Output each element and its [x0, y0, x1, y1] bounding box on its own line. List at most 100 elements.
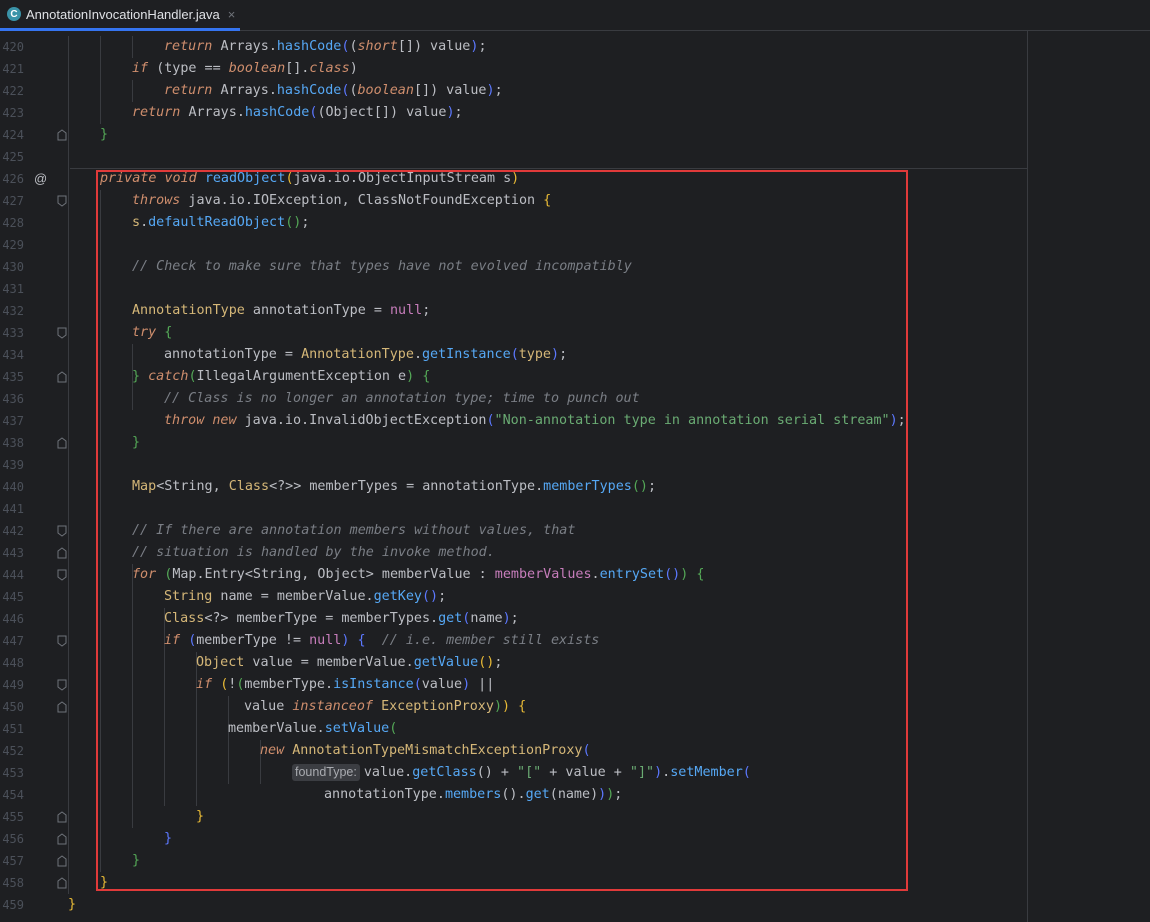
code-line[interactable]: private void readObject(java.io.ObjectIn…: [100, 168, 519, 190]
code-token: Map: [132, 479, 157, 494]
code-token: (: [549, 787, 558, 802]
code-line[interactable]: value instanceof ExceptionProxy)) {: [244, 696, 526, 718]
code-token: ): [502, 611, 511, 626]
code-line[interactable]: String name = memberValue.getKey();: [164, 586, 446, 608]
code-line[interactable]: annotationType = AnnotationType.getInsta…: [164, 344, 567, 366]
line-number: 428: [2, 216, 24, 230]
code-line[interactable]: return Arrays.hashCode((Object[]) value)…: [132, 102, 463, 124]
code-line[interactable]: if (!(memberType.isInstance(value) ||: [196, 674, 494, 696]
code-line[interactable]: throws java.io.IOException, ClassNotFoun…: [132, 190, 551, 212]
code-line[interactable]: Map<String, Class<?>> memberTypes = anno…: [132, 476, 656, 498]
code-token: value = memberValue.: [244, 655, 414, 670]
code-token: ;: [438, 589, 447, 604]
code-line[interactable]: } catch(IllegalArgumentException e) {: [132, 366, 430, 388]
code-token: catch: [148, 369, 189, 384]
code-editor[interactable]: @ 420 return Arrays.hashCode((short[]) va…: [0, 31, 1150, 922]
code-token: {: [164, 325, 173, 340]
code-token: }: [132, 369, 141, 384]
code-token: (: [510, 347, 519, 362]
code-line[interactable]: }: [196, 806, 204, 828]
fold-close-icon[interactable]: [57, 371, 67, 383]
code-line[interactable]: }: [164, 828, 172, 850]
line-number: 422: [2, 84, 24, 98]
fold-close-icon[interactable]: [57, 877, 67, 889]
fold-open-icon[interactable]: [57, 525, 67, 537]
code-token: throw: [164, 413, 205, 428]
code-token: annotationType =: [164, 347, 302, 362]
code-token: ;: [478, 39, 487, 54]
fold-open-icon[interactable]: [57, 195, 67, 207]
fold-close-icon[interactable]: [57, 701, 67, 713]
code-line[interactable]: // Check to make sure that types have no…: [132, 256, 632, 278]
tab-annotation-invocation-handler[interactable]: C AnnotationInvocationHandler.java ×: [0, 0, 240, 31]
code-token: }: [68, 897, 77, 912]
code-line[interactable]: }: [100, 124, 108, 146]
fold-open-icon[interactable]: [57, 635, 67, 647]
code-token: ): [406, 369, 415, 384]
code-token: {: [696, 567, 705, 582]
code-line[interactable]: Object value = memberValue.getValue();: [196, 652, 502, 674]
code-token: }: [100, 127, 109, 142]
code-token: type ==: [164, 61, 229, 76]
code-token: ): [590, 787, 599, 802]
line-number: 432: [2, 304, 24, 318]
line-number: 444: [2, 568, 24, 582]
code-line[interactable]: }: [132, 850, 140, 872]
right-margin-guide: [1027, 31, 1028, 922]
code-token: ;: [301, 215, 310, 230]
code-line[interactable]: // situation is handled by the invoke me…: [132, 542, 495, 564]
code-line[interactable]: new AnnotationTypeMismatchExceptionProxy…: [260, 740, 591, 762]
line-number: 436: [2, 392, 24, 406]
code-line[interactable]: if (type == boolean[].class): [132, 58, 358, 80]
code-token: }: [100, 875, 109, 890]
fold-close-icon[interactable]: [57, 547, 67, 559]
code-token: <?>> memberTypes = annotationType.: [269, 479, 544, 494]
code-token: isInstance: [333, 677, 414, 692]
code-line[interactable]: s.defaultReadObject();: [132, 212, 309, 234]
code-token: value: [421, 677, 463, 692]
code-token: new: [212, 413, 237, 428]
fold-close-icon[interactable]: [57, 437, 67, 449]
fold-open-icon[interactable]: [57, 679, 67, 691]
indent-guide: [68, 36, 69, 894]
fold-open-icon[interactable]: [57, 327, 67, 339]
code-line[interactable]: if (memberType != null) { // i.e. member…: [164, 630, 599, 652]
code-line[interactable]: for (Map.Entry<String, Object> memberVal…: [132, 564, 704, 586]
code-token: AnnotationTypeMismatchExceptionProxy: [292, 743, 583, 758]
code-token: .: [140, 215, 149, 230]
close-icon[interactable]: ×: [228, 7, 236, 22]
fold-open-icon[interactable]: [57, 569, 67, 581]
code-line[interactable]: Class<?> memberType = memberTypes.get(na…: [164, 608, 519, 630]
code-line[interactable]: return Arrays.hashCode((boolean[]) value…: [164, 80, 503, 102]
code-line[interactable]: AnnotationType annotationType = null;: [132, 300, 430, 322]
code-line[interactable]: try {: [132, 322, 172, 344]
code-token: (): [631, 479, 648, 494]
code-line[interactable]: // If there are annotation members witho…: [132, 520, 575, 542]
fold-close-icon[interactable]: [57, 129, 67, 141]
code-line[interactable]: }: [132, 432, 140, 454]
code-line[interactable]: foundType: value.getClass() + "[" + value…: [292, 762, 751, 784]
fold-close-icon[interactable]: [57, 833, 67, 845]
code-token: .: [236, 105, 245, 120]
code-token: ;: [647, 479, 657, 494]
code-line[interactable]: return Arrays.hashCode((short[]) value);: [164, 36, 487, 58]
code-token: ): [430, 83, 439, 98]
code-token: AnnotationType: [132, 303, 245, 318]
code-token: (: [317, 105, 326, 120]
code-line[interactable]: memberValue.setValue(: [228, 718, 397, 740]
override-marker-icon[interactable]: @: [34, 168, 47, 190]
line-number: 438: [2, 436, 24, 450]
fold-close-icon[interactable]: [57, 811, 67, 823]
fold-close-icon[interactable]: [57, 855, 67, 867]
code-line[interactable]: throw new java.io.InvalidObjectException…: [164, 410, 906, 432]
code-line[interactable]: annotationType.members().get(name)));: [324, 784, 622, 806]
code-token: .: [413, 347, 422, 362]
code-line[interactable]: }: [100, 872, 108, 894]
code-token: <?> memberType = memberTypes.: [204, 611, 439, 626]
code-line[interactable]: // Class is no longer an annotation type…: [164, 388, 640, 410]
code-line[interactable]: }: [68, 894, 76, 916]
java-class-icon: C: [7, 7, 21, 21]
code-token: // i.e. member still exists: [381, 633, 600, 648]
